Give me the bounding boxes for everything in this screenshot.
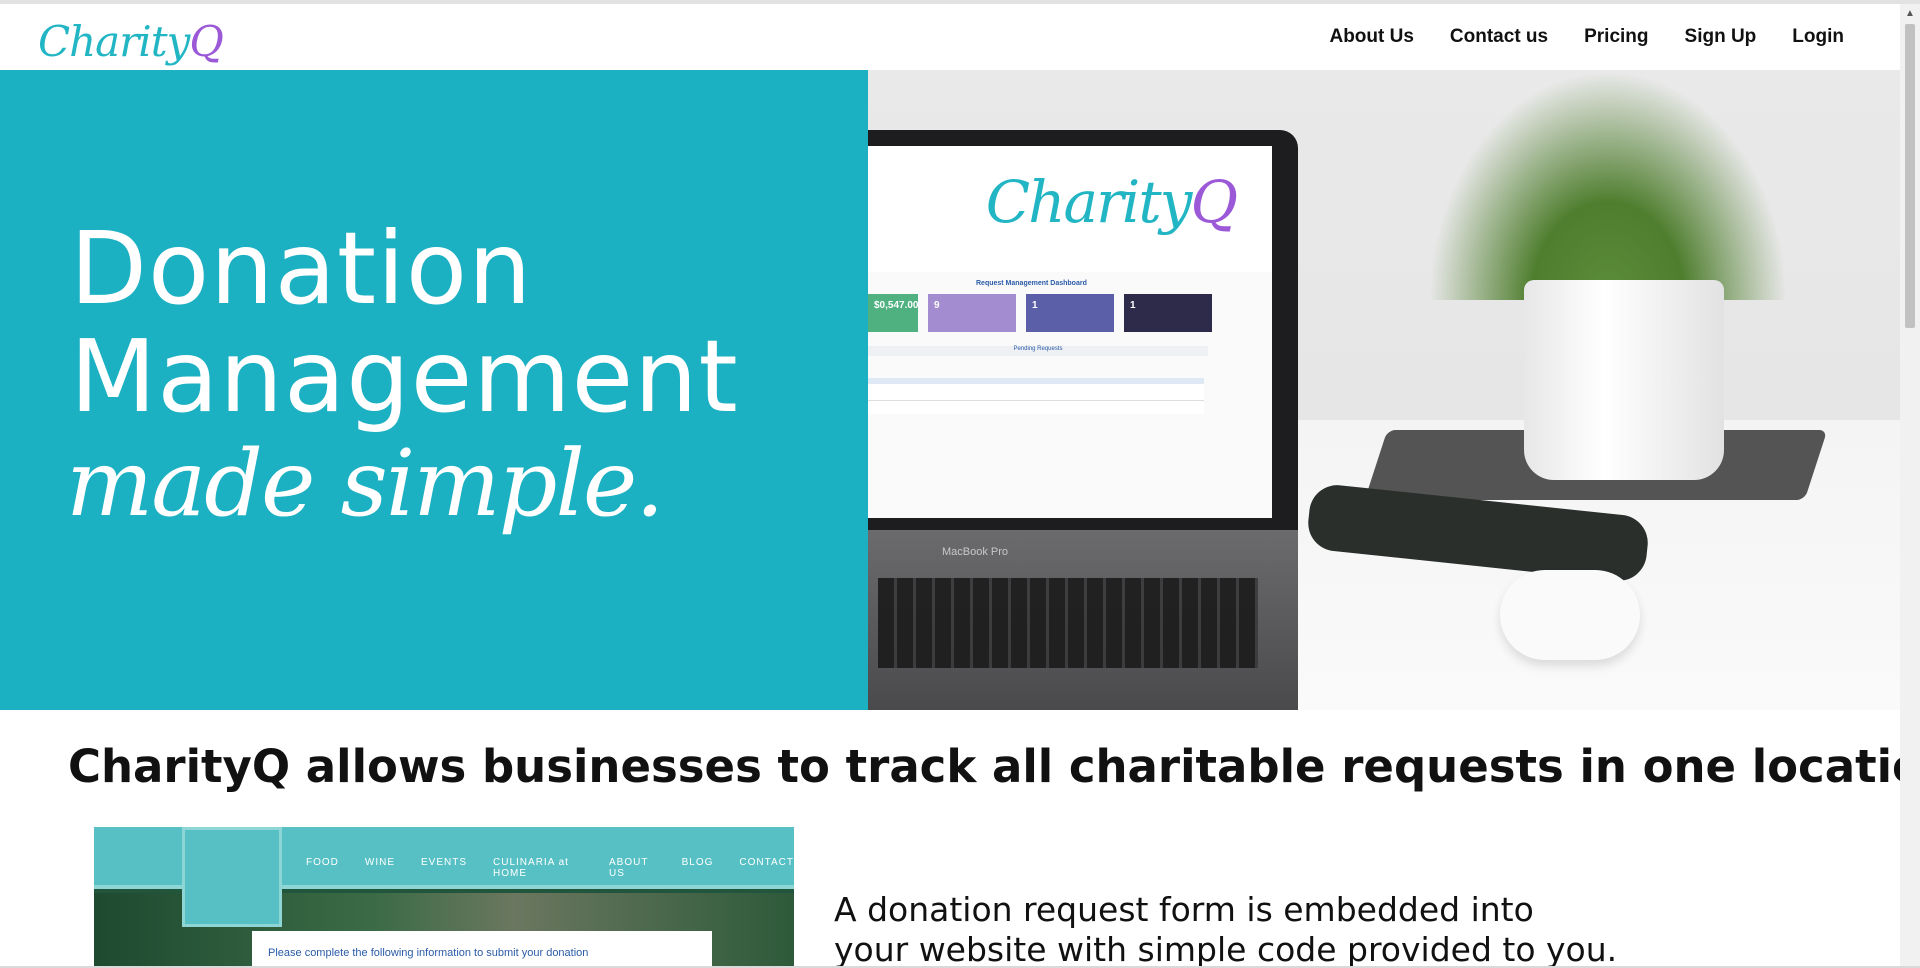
preview-nav-item: WINE [364, 857, 395, 868]
requests-table [868, 378, 1204, 414]
plant-pot [1524, 280, 1724, 480]
logo-text-q: Q [189, 17, 223, 66]
laptop-bezel: CharityQ Request Management Dashboard $0… [868, 130, 1298, 530]
laptop-screen: CharityQ Request Management Dashboard $0… [868, 146, 1272, 518]
page-scrollbar[interactable]: ▲ [1900, 4, 1920, 968]
nav-contact-us[interactable]: Contact us [1450, 26, 1548, 48]
keyboard-keys [878, 578, 1258, 668]
preview-nav-item: ABOUT US [608, 857, 649, 879]
laptop-keyboard: MacBook Pro [868, 530, 1298, 710]
card-pending: 1 [1026, 294, 1114, 332]
card-rejected: 1 [1124, 294, 1212, 332]
macbook-label: MacBook Pro [942, 546, 1009, 558]
hero-text-panel: Donation Management made simple. [0, 70, 868, 710]
laptop: CharityQ Request Management Dashboard $0… [868, 130, 1298, 710]
nav-about-us[interactable]: About Us [1329, 26, 1413, 48]
scroll-thumb[interactable] [1905, 24, 1915, 328]
hero-heading-line1: Donation [70, 210, 533, 327]
feature-description: A donation request form is embedded into… [834, 890, 1617, 968]
hero-photo: CharityQ Request Management Dashboard $0… [868, 70, 1900, 710]
preview-badge-logo [182, 827, 282, 927]
card-approved: 9 [928, 294, 1016, 332]
feature-description-line2: your website with simple code provided t… [834, 930, 1618, 968]
card-amount: $0,547.00 [868, 294, 919, 332]
tagline: CharityQ allows businesses to track all … [68, 740, 1920, 793]
hero-section: Donation Management made simple. Charity… [0, 70, 1900, 710]
hero-heading-line2: Management [70, 318, 739, 435]
dashboard-title: Request Management Dashboard [976, 280, 1087, 287]
preview-nav-item: BLOG [681, 857, 714, 868]
preview-nav-links: FOOD WINE EVENTS CULINARIA at HOME ABOUT… [306, 857, 794, 879]
preview-nav-item: CULINARIA at HOME [493, 857, 569, 879]
nav-sign-up[interactable]: Sign Up [1685, 26, 1757, 48]
preview-nav-item: FOOD [306, 857, 339, 868]
preview-form-card: Please complete the following informatio… [252, 931, 712, 968]
main-nav: About Us Contact us Pricing Sign Up Logi… [1329, 26, 1844, 48]
nav-login[interactable]: Login [1792, 26, 1844, 48]
pending-requests-bar: Pending Requests [868, 346, 1208, 356]
nav-pricing[interactable]: Pricing [1584, 26, 1648, 48]
preview-nav-item: CONTACT [739, 857, 794, 868]
plant-leaves [1428, 70, 1788, 300]
website-preview-image: FOOD WINE EVENTS CULINARIA at HOME ABOUT… [94, 827, 794, 968]
preview-form-text: Please complete the following informatio… [268, 947, 589, 959]
screen-logo-charity: Charity [985, 168, 1193, 236]
screen-logo: CharityQ [985, 168, 1238, 236]
logo-text-charity: Charity [38, 17, 190, 66]
screen-logo-q: Q [1190, 168, 1238, 236]
feature-description-line1: A donation request form is embedded into [834, 890, 1534, 929]
site-logo[interactable]: CharityQ [38, 16, 224, 68]
site-header: CharityQ About Us Contact us Pricing Sig… [0, 4, 1900, 70]
table-row [868, 400, 1204, 401]
mouse [1500, 570, 1640, 660]
hero-heading-script: made simple. [66, 430, 665, 537]
scroll-up-arrow-icon[interactable]: ▲ [1905, 8, 1915, 19]
dashboard-cards: $0,547.00 9 1 1 [868, 294, 1212, 332]
preview-nav-item: EVENTS [421, 857, 468, 868]
